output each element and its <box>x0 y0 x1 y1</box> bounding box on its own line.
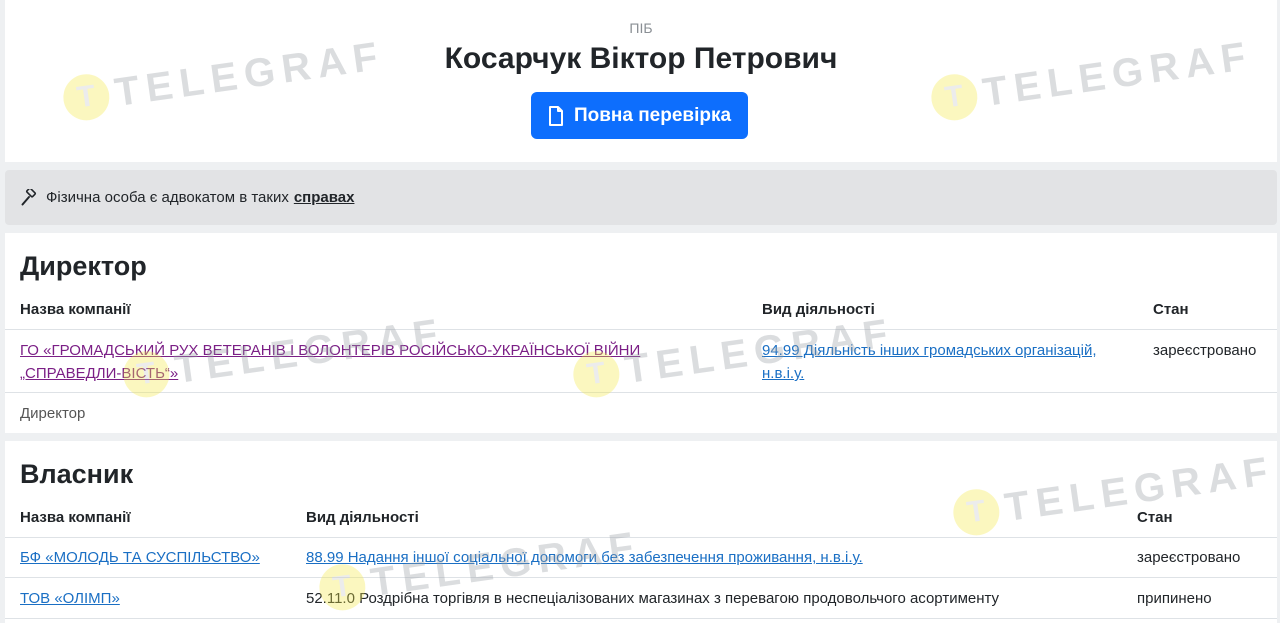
activity-link[interactable]: 94.99 Діяльність інших громадських орган… <box>762 339 1122 385</box>
section-title-owner: Власник <box>20 459 134 489</box>
full-check-button[interactable]: Повна перевірка <box>531 92 748 139</box>
owner-section: Власник Назва компанії Вид діяльності Ст… <box>5 441 1277 623</box>
full-check-button-label: Повна перевірка <box>573 104 732 126</box>
column-header-activity: Вид діяльності <box>762 301 875 318</box>
column-header-company: Назва компанії <box>20 301 131 318</box>
table-divider <box>5 577 1277 578</box>
director-section: Директор Назва компанії Вид діяльності С… <box>5 233 1277 433</box>
advocate-notice: Фізична особа є адвокатом в таких справа… <box>5 170 1277 225</box>
column-header-company: Назва компанії <box>20 509 131 526</box>
company-link[interactable]: ТОВ «ОЛІМП» <box>20 587 120 610</box>
person-name: Косарчук Віктор Петрович <box>444 42 838 75</box>
status-text: припинено <box>1137 590 1212 607</box>
column-header-status: Стан <box>1153 301 1189 318</box>
role-text: Директор <box>20 405 86 422</box>
document-icon <box>548 105 563 126</box>
activity-text: 52.11.0 Роздрібна торгівля в неспеціаліз… <box>306 590 1000 607</box>
company-link[interactable]: ГО «ГРОМАДСЬКИЙ РУХ ВЕТЕРАНІВ І ВОЛОНТЕР… <box>20 339 740 385</box>
section-title-director: Директор <box>20 251 147 281</box>
activity-link[interactable]: 88.99 Надання іншої соціальної допомоги … <box>306 546 863 569</box>
cases-link[interactable]: справах <box>294 189 355 206</box>
gavel-icon <box>21 189 36 206</box>
table-divider <box>5 537 1277 538</box>
notice-text: Фізична особа є адвокатом в таких <box>46 189 289 206</box>
status-text: зареєстровано <box>1153 342 1257 359</box>
table-divider <box>5 392 1277 393</box>
column-header-activity: Вид діяльності <box>306 509 419 526</box>
table-divider <box>5 329 1277 330</box>
column-header-status: Стан <box>1137 509 1173 526</box>
pib-label: ПІБ <box>629 20 653 36</box>
person-header-card: ПІБ Косарчук Віктор Петрович Повна перев… <box>5 0 1277 162</box>
status-text: зареєстровано <box>1137 549 1241 566</box>
company-link[interactable]: БФ «МОЛОДЬ ТА СУСПІЛЬСТВО» <box>20 546 260 569</box>
table-divider <box>5 618 1277 619</box>
